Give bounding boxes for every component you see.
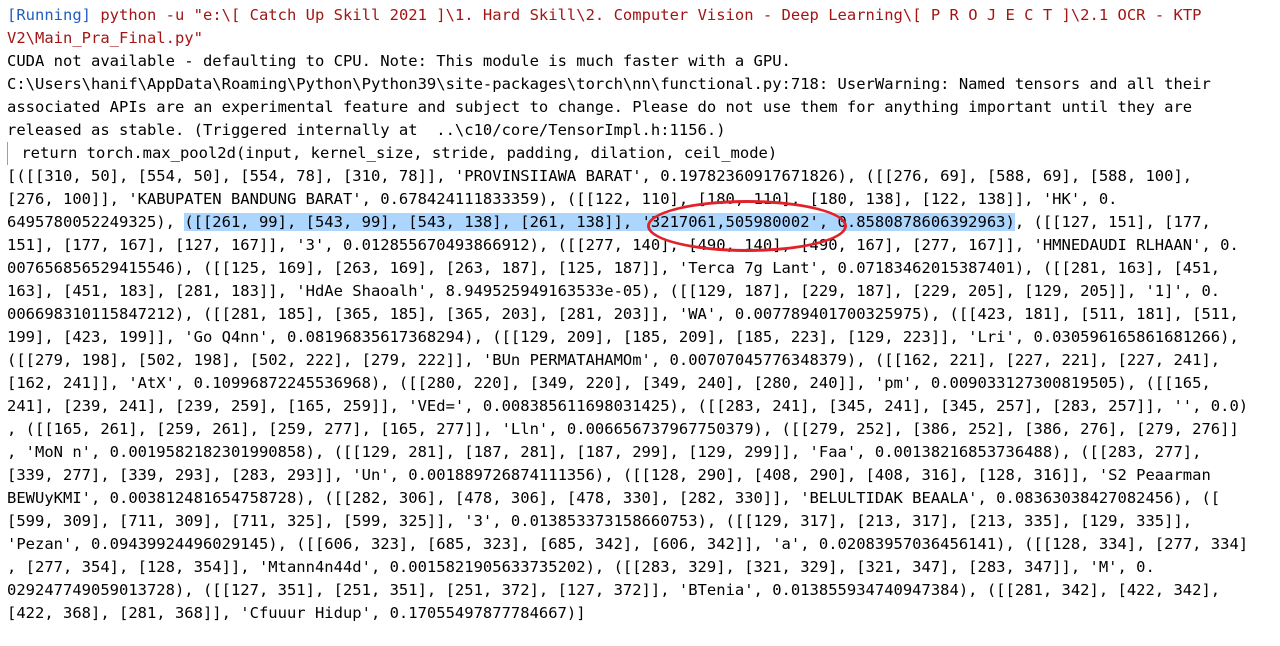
user-warning-line: C:\Users\hanif\AppData\Roaming\Python\Py…: [7, 75, 1211, 93]
output-line: 151], [177, 167], [127, 167]], '3', 0.01…: [7, 236, 1239, 254]
cuda-warning: CUDA not available - defaulting to CPU. …: [7, 52, 791, 70]
output-line: ([[279, 198], [502, 198], [502, 222], [2…: [7, 351, 1221, 369]
output-line: [162, 241]], 'AtX', 0.10996872245536968)…: [7, 374, 1211, 392]
output-line: 163], [451, 183], [281, 183]], 'HdAe Sha…: [7, 282, 1221, 300]
output-text: , ([[127, 151], [177,: [1014, 213, 1211, 231]
output-line: 029247749059013728), ([[127, 351], [251,…: [7, 581, 1221, 599]
output-line: 'Pezan', 0.09439924496029145), ([[606, 3…: [7, 535, 1249, 553]
output-line: 006698310115847212), ([[281, 185], [365,…: [7, 305, 1239, 323]
output-line-highlighted: 6495780052249325), ([[261, 99], [543, 99…: [7, 211, 1280, 234]
output-line: [422, 368], [281, 368]], 'Cfuuur Hidup',…: [7, 604, 586, 622]
output-line: 007656856529415546), ([[125, 169], [263,…: [7, 259, 1221, 277]
command-text-continued: V2\Main_Pra_Final.py": [7, 29, 203, 47]
output-text: 6495780052249325),: [7, 213, 185, 231]
output-console[interactable]: [Running] python -u "e:\[ Catch Up Skill…: [0, 0, 1280, 646]
output-line: BEWUyKMI', 0.003812481654758728), ([[282…: [7, 489, 1221, 507]
output-line: 241], [239, 241], [239, 259], [165, 259]…: [7, 397, 1249, 415]
command-text: python -u "e:\[ Catch Up Skill 2021 ]\1.…: [91, 6, 1202, 24]
output-line: [276, 100]], 'KABUPATEN BANDUNG BARAT', …: [7, 190, 1118, 208]
output-line: , ([[165, 261], [259, 261], [259, 277], …: [7, 420, 1239, 438]
output-line: [([[310, 50], [554, 50], [554, 78], [310…: [7, 167, 1193, 185]
user-warning-line: associated APIs are an experimental feat…: [7, 98, 1193, 116]
output-line: [599, 309], [711, 309], [711, 325], [599…: [7, 512, 1193, 530]
output-line: 199], [423, 199]], 'Go Q4nn', 0.08196835…: [7, 328, 1239, 346]
output-line: [339, 277], [339, 293], [283, 293]], 'Un…: [7, 466, 1211, 484]
selected-result[interactable]: ([[261, 99], [543, 99], [543, 138], [261…: [184, 213, 1015, 231]
running-status: [Running]: [7, 6, 91, 24]
run-command-line: [Running] python -u "e:\[ Catch Up Skill…: [7, 4, 1280, 27]
output-line: , [277, 354], [128, 354]], 'Mtann4n44d',…: [7, 558, 1155, 576]
output-line: , 'MoN n', 0.0019582182301990858), ([[12…: [7, 443, 1202, 461]
user-warning-line: released as stable. (Triggered internall…: [7, 121, 726, 139]
traceback-line: return torch.max_pool2d(input, kernel_si…: [7, 142, 1280, 165]
